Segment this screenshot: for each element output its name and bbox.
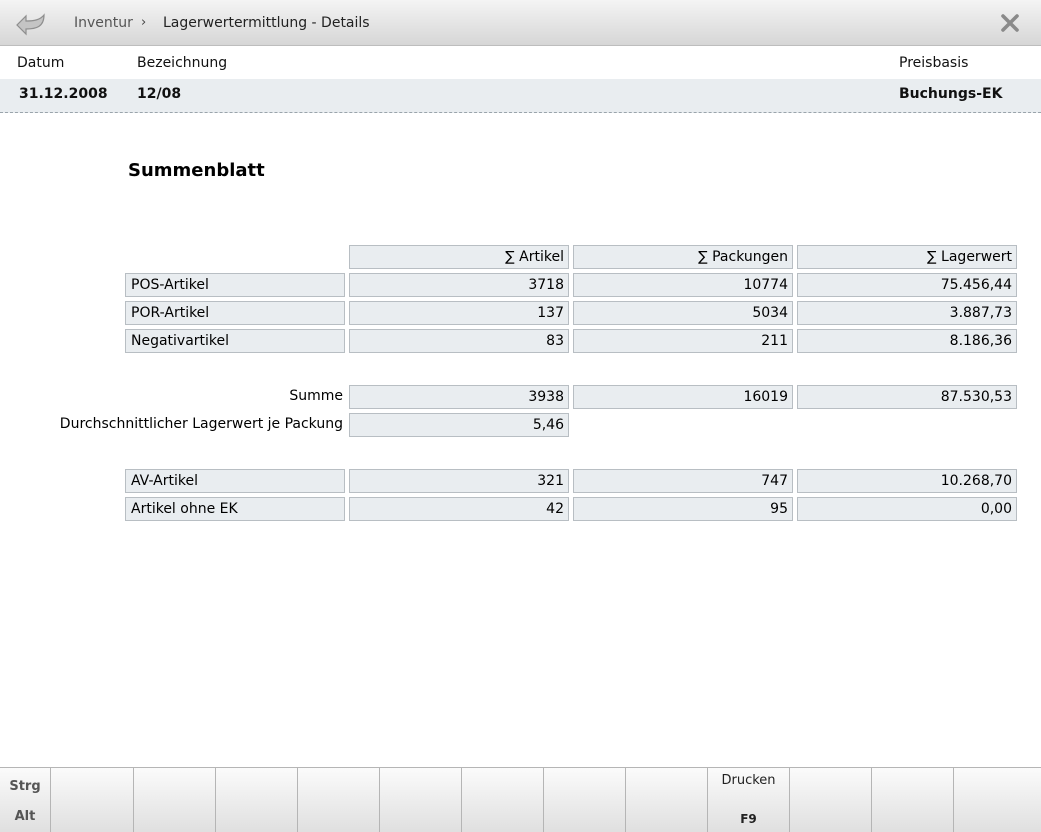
modifier-alt-label: Alt — [14, 809, 36, 824]
function-key-7[interactable] — [544, 768, 626, 832]
function-key-bar: Strg Alt Drucken F9 — [0, 767, 1041, 832]
datum-value: 31.12.2008 — [19, 86, 108, 102]
bezeichnung-value: 12/08 — [137, 86, 182, 102]
cell-negativartikel-artikel: 83 — [349, 329, 569, 353]
function-key-10[interactable] — [790, 768, 872, 832]
function-key-1[interactable] — [51, 768, 134, 832]
row-label-av-artikel: AV-Artikel — [125, 469, 345, 493]
preisbasis-label: Preisbasis — [899, 55, 969, 71]
column-header-artikel: ∑ Artikel — [349, 245, 569, 269]
cell-durchschnitt-value: 5,46 — [349, 413, 569, 437]
function-key-2[interactable] — [134, 768, 216, 832]
datum-label: Datum — [17, 55, 65, 71]
back-arrow-icon[interactable] — [14, 9, 48, 37]
function-key-6[interactable] — [462, 768, 544, 832]
drucken-button[interactable]: Drucken F9 — [708, 768, 790, 832]
cell-av-artikel-artikel: 321 — [349, 469, 569, 493]
breadcrumb-inventur[interactable]: Inventur — [74, 15, 133, 31]
close-icon[interactable] — [999, 12, 1021, 34]
cell-por-artikel-packungen: 5034 — [573, 301, 793, 325]
drucken-label: Drucken — [721, 773, 776, 788]
row-label-pos-artikel: POS-Artikel — [125, 273, 345, 297]
durchschnitt-label: Durchschnittlicher Lagerwert je Packung — [59, 416, 343, 432]
cell-summe-artikel: 3938 — [349, 385, 569, 409]
cell-av-artikel-packungen: 747 — [573, 469, 793, 493]
cell-negativartikel-packungen: 211 — [573, 329, 793, 353]
cell-artikel-ohne-ek-artikel: 42 — [349, 497, 569, 521]
cell-pos-artikel-packungen: 10774 — [573, 273, 793, 297]
function-key-3[interactable] — [216, 768, 298, 832]
title-bar: Inventur › Lagerwertermittlung - Details — [0, 0, 1041, 46]
cell-artikel-ohne-ek-packungen: 95 — [573, 497, 793, 521]
cell-por-artikel-lagerwert: 3.887,73 — [797, 301, 1017, 325]
function-key-4[interactable] — [298, 768, 380, 832]
cell-negativartikel-lagerwert: 8.186,36 — [797, 329, 1017, 353]
cell-artikel-ohne-ek-lagerwert: 0,00 — [797, 497, 1017, 521]
cell-por-artikel-artikel: 137 — [349, 301, 569, 325]
function-key-5[interactable] — [380, 768, 462, 832]
column-header-packungen: ∑ Packungen — [573, 245, 793, 269]
summe-label: Summe — [289, 388, 343, 404]
bezeichnung-label: Bezeichnung — [137, 55, 228, 71]
preisbasis-value: Buchungs-EK — [899, 86, 1003, 102]
column-header-lagerwert: ∑ Lagerwert — [797, 245, 1017, 269]
cell-pos-artikel-lagerwert: 75.456,44 — [797, 273, 1017, 297]
cell-summe-lagerwert: 87.530,53 — [797, 385, 1017, 409]
section-title: Summenblatt — [128, 160, 265, 181]
breadcrumb-separator: › — [141, 15, 147, 30]
modifier-key-strg-alt[interactable]: Strg Alt — [0, 768, 51, 832]
row-label-negativartikel: Negativartikel — [125, 329, 345, 353]
modifier-strg-label: Strg — [9, 779, 41, 794]
cell-pos-artikel-artikel: 3718 — [349, 273, 569, 297]
row-label-por-artikel: POR-Artikel — [125, 301, 345, 325]
breadcrumb-current: Lagerwertermittlung - Details — [163, 15, 370, 31]
row-label-artikel-ohne-ek: Artikel ohne EK — [125, 497, 345, 521]
f9-key-label: F9 — [740, 812, 757, 826]
cell-av-artikel-lagerwert: 10.268,70 — [797, 469, 1017, 493]
function-key-11[interactable] — [872, 768, 954, 832]
function-key-12[interactable] — [954, 768, 1041, 832]
function-key-8[interactable] — [626, 768, 708, 832]
cell-summe-packungen: 16019 — [573, 385, 793, 409]
